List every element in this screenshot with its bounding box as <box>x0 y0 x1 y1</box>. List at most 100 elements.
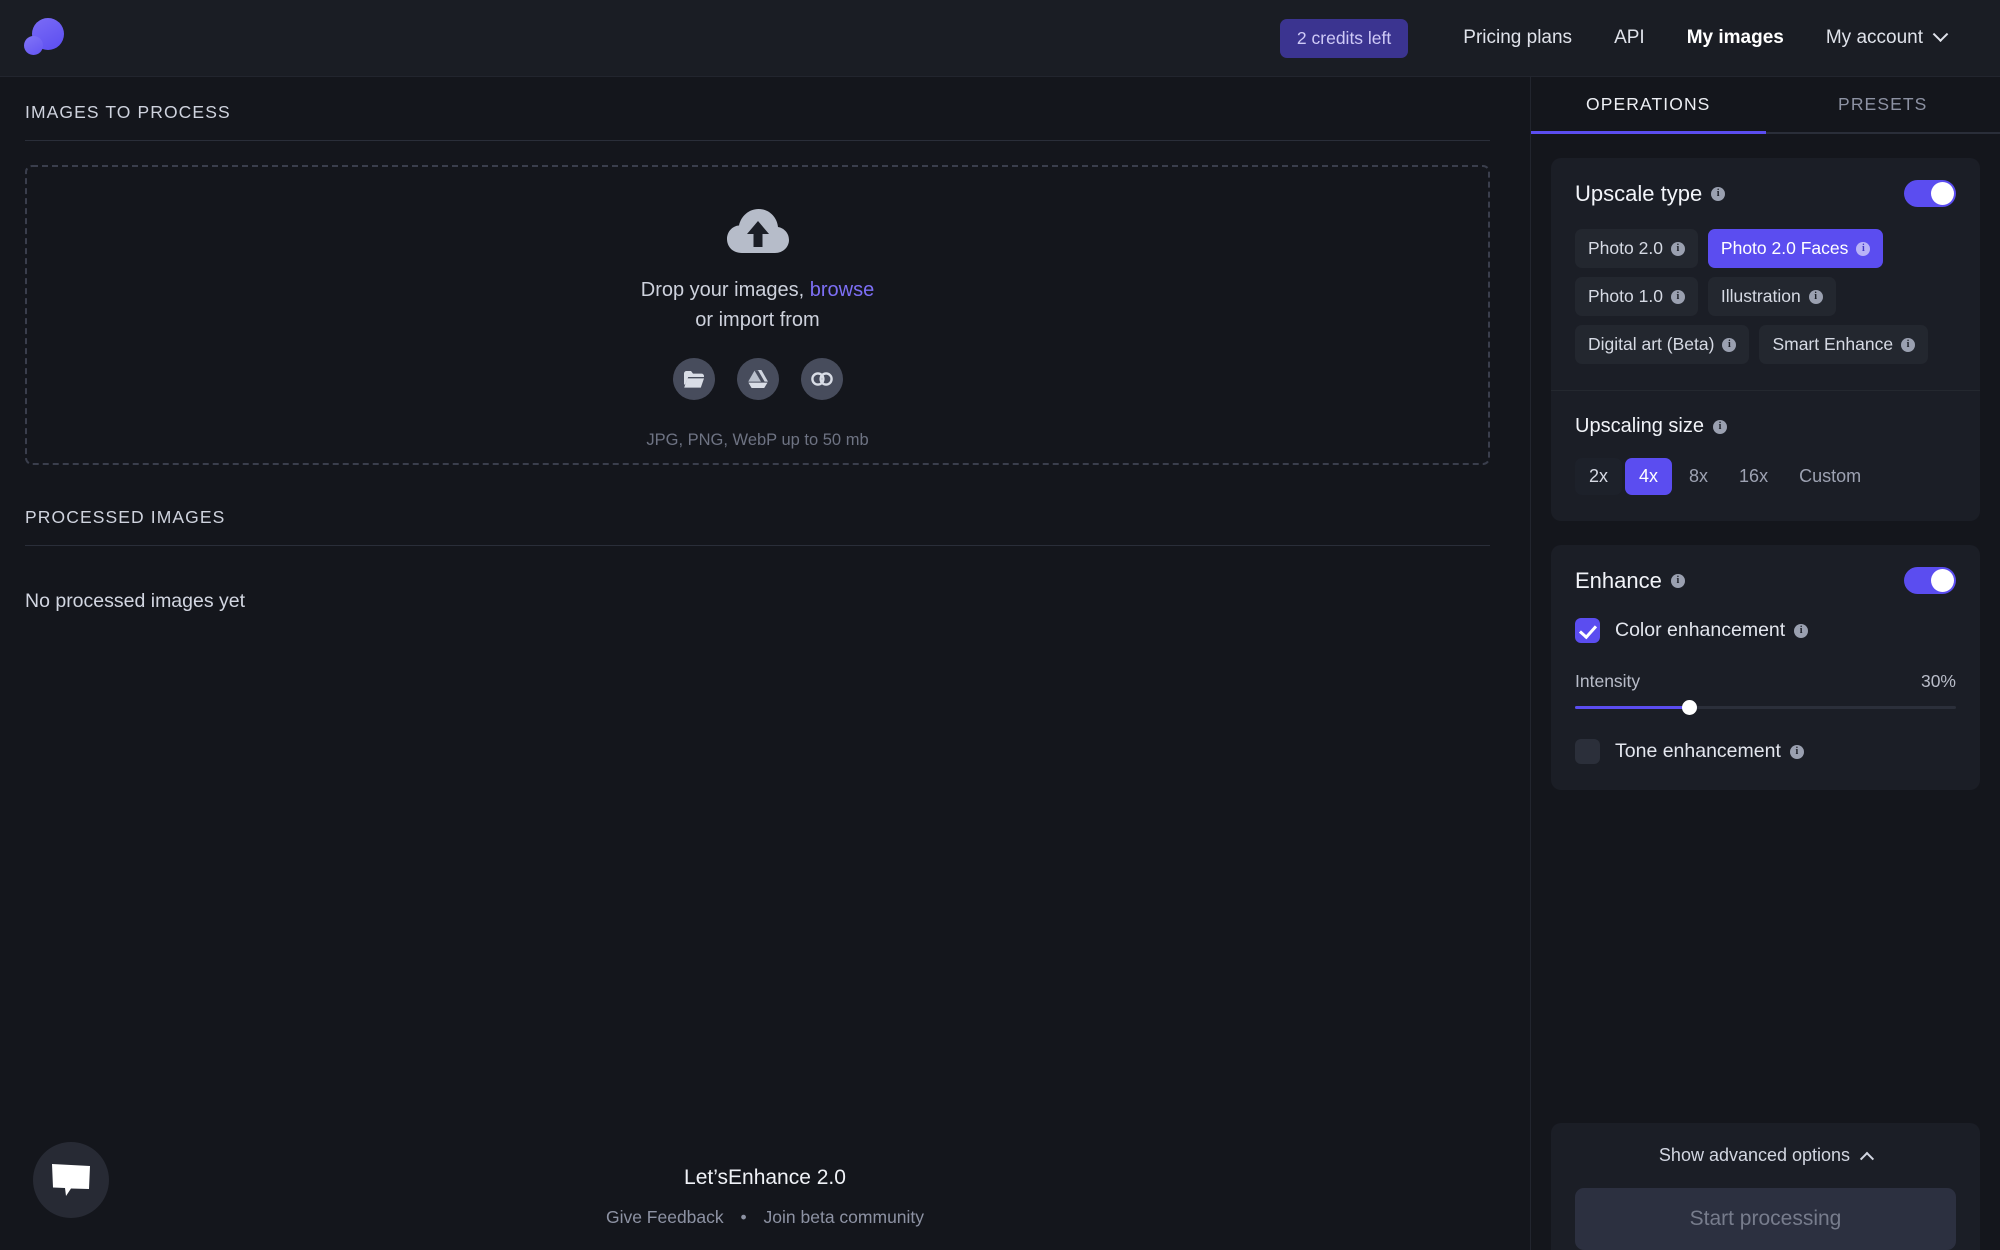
tone-enhancement-checkbox[interactable] <box>1575 739 1600 764</box>
intensity-header: Intensity 30% <box>1575 671 1956 692</box>
size-option-4x[interactable]: 4x <box>1625 458 1673 495</box>
upscale-card-divider <box>1551 390 1980 391</box>
processed-images-title: PROCESSED IMAGES <box>25 507 226 527</box>
color-enhancement-row[interactable]: Color enhancement i <box>1575 618 1956 643</box>
processed-images-section: PROCESSED IMAGES No processed images yet <box>25 507 1505 613</box>
upscale-type-title: Upscale type <box>1575 180 1703 206</box>
browse-link[interactable]: browse <box>810 279 874 301</box>
enhance-title-group: Enhance i <box>1575 568 1685 594</box>
info-icon[interactable]: i <box>1712 419 1727 434</box>
size-option-8x[interactable]: 8x <box>1675 458 1722 495</box>
upscaling-size-title-group: Upscaling size i <box>1575 415 1956 438</box>
google-drive-icon <box>747 370 768 388</box>
drop-text-prefix: Drop your images, <box>640 279 810 301</box>
chip-photo-2-0[interactable]: Photo 2.0 i <box>1575 229 1698 268</box>
info-icon[interactable]: i <box>1856 241 1871 256</box>
info-icon[interactable]: i <box>1808 289 1823 304</box>
chip-label: Digital art (Beta) <box>1588 334 1715 354</box>
left-main-pane: IMAGES TO PROCESS Drop your images, brow… <box>0 77 1530 1250</box>
upscale-type-title-group: Upscale type i <box>1575 180 1726 207</box>
chip-photo-1-0[interactable]: Photo 1.0 i <box>1575 277 1698 316</box>
images-to-process-divider <box>25 140 1490 141</box>
bottom-action-card: Show advanced options Start processing <box>1551 1123 1980 1250</box>
image-dropzone[interactable]: Drop your images, browse or import from <box>25 165 1490 465</box>
intensity-label: Intensity <box>1575 671 1641 691</box>
chip-label: Photo 2.0 Faces <box>1720 238 1849 258</box>
folder-icon <box>683 370 704 388</box>
intensity-slider-thumb[interactable] <box>1682 700 1698 715</box>
right-operations-pane: OPERATIONS PRESETS Upscale type i Photo … <box>1530 77 2000 1250</box>
file-format-hint: JPG, PNG, WebP up to 50 mb <box>646 431 869 449</box>
upscaling-size-title: Upscaling size <box>1575 415 1704 437</box>
chat-bubble-icon <box>52 1164 90 1196</box>
upscale-type-chips: Photo 2.0 i Photo 2.0 Faces i Photo 1.0 … <box>1575 229 1956 364</box>
import-from-url[interactable] <box>800 358 843 400</box>
tab-operations[interactable]: OPERATIONS <box>1531 77 1766 134</box>
dropzone-instructions: Drop your images, browse or import from <box>641 275 874 335</box>
images-to-process-title: IMAGES TO PROCESS <box>25 102 231 122</box>
info-icon[interactable]: i <box>1711 186 1726 201</box>
toggle-knob <box>1931 182 1954 205</box>
upscale-type-toggle[interactable] <box>1904 180 1956 207</box>
chip-illustration[interactable]: Illustration i <box>1707 277 1836 316</box>
nav-my-account[interactable]: My account <box>1805 25 1949 49</box>
join-beta-community-link[interactable]: Join beta community <box>758 1207 931 1227</box>
size-option-2x[interactable]: 2x <box>1575 458 1623 495</box>
tone-enhancement-row[interactable]: Tone enhancement i <box>1575 739 1956 764</box>
upscale-type-card: Upscale type i Photo 2.0 i Photo 2.0 Fac… <box>1551 158 1980 521</box>
footer-separator: • <box>740 1207 747 1227</box>
color-enhancement-checkbox[interactable] <box>1575 618 1600 643</box>
color-enhancement-label-group: Color enhancement i <box>1615 619 1809 642</box>
chip-digital-art-beta[interactable]: Digital art (Beta) i <box>1575 325 1750 364</box>
info-icon[interactable]: i <box>1789 744 1804 759</box>
upscale-type-header: Upscale type i <box>1575 180 1956 207</box>
chip-smart-enhance[interactable]: Smart Enhance i <box>1759 325 1929 364</box>
give-feedback-link[interactable]: Give Feedback <box>600 1207 730 1227</box>
footer-links: Give Feedback • Join beta community <box>0 1207 1530 1228</box>
info-icon[interactable]: i <box>1670 573 1685 588</box>
nav-my-account-label: My account <box>1825 27 1923 48</box>
tone-enhancement-label: Tone enhancement <box>1615 740 1781 762</box>
tab-presets[interactable]: PRESETS <box>1765 77 2000 134</box>
info-icon[interactable]: i <box>1794 623 1809 638</box>
show-advanced-options-button[interactable]: Show advanced options <box>1575 1145 1956 1166</box>
processed-images-divider <box>25 545 1490 546</box>
enhance-toggle[interactable] <box>1904 567 1956 594</box>
chevron-up-icon <box>1859 1151 1875 1166</box>
import-from-google-drive[interactable] <box>736 358 779 400</box>
credits-badge[interactable]: 2 credits left <box>1279 18 1409 58</box>
import-source-buttons <box>672 358 843 400</box>
show-advanced-options-label: Show advanced options <box>1658 1145 1851 1165</box>
processed-images-empty-message: No processed images yet <box>25 590 246 612</box>
top-header-bar: 2 credits left Pricing plans API My imag… <box>0 0 2000 77</box>
intensity-slider-track[interactable] <box>1575 700 1956 715</box>
size-option-16x[interactable]: 16x <box>1725 458 1782 495</box>
intensity-slider-fill <box>1575 706 1690 709</box>
color-enhancement-label: Color enhancement <box>1615 619 1786 641</box>
chip-label: Illustration <box>1720 286 1801 306</box>
nav-pricing-plans[interactable]: Pricing plans <box>1442 27 1593 49</box>
info-icon[interactable]: i <box>1901 337 1916 352</box>
nav-api[interactable]: API <box>1593 27 1666 49</box>
size-option-custom[interactable]: Custom <box>1785 458 1875 495</box>
upscaling-size-options: 2x 4x 8x 16x Custom <box>1575 458 1956 495</box>
operations-tabs: OPERATIONS PRESETS <box>1531 77 2000 134</box>
chat-support-button[interactable] <box>33 1142 109 1218</box>
info-icon[interactable]: i <box>1670 289 1685 304</box>
import-from-text: or import from <box>695 309 820 331</box>
chevron-down-icon <box>1932 25 1949 42</box>
info-icon[interactable]: i <box>1670 241 1685 256</box>
import-from-computer[interactable] <box>672 358 715 400</box>
top-navigation: 2 credits left Pricing plans API My imag… <box>1279 18 1949 58</box>
chip-photo-2-0-faces[interactable]: Photo 2.0 Faces i <box>1707 229 1884 268</box>
letsenhance-logo-icon[interactable] <box>22 14 70 62</box>
start-processing-button[interactable]: Start processing <box>1575 1188 1956 1250</box>
info-icon[interactable]: i <box>1722 337 1737 352</box>
app-version-title: Let’sEnhance 2.0 <box>684 1166 846 1189</box>
enhance-card: Enhance i Color enhancement i Intensity … <box>1551 545 1980 790</box>
nav-my-images[interactable]: My images <box>1666 27 1805 49</box>
chip-label: Smart Enhance <box>1772 334 1894 354</box>
cloud-upload-icon <box>726 209 789 255</box>
tone-enhancement-label-group: Tone enhancement i <box>1615 740 1804 763</box>
app-footer: Let’sEnhance 2.0 Give Feedback • Join be… <box>0 1166 1530 1228</box>
